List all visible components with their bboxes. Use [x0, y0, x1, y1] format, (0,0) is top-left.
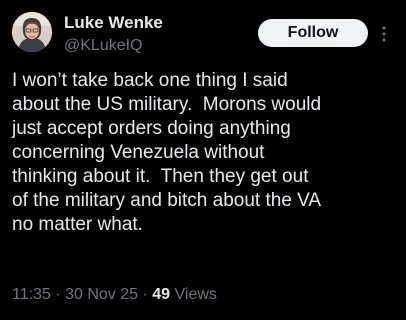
- tweet-text-line: about the US military. Morons would: [12, 94, 322, 115]
- meta-separator: ·: [55, 286, 61, 303]
- tweet-text-line: thinking about it. Then they get out: [12, 166, 309, 187]
- avatar-image: [12, 12, 52, 52]
- meta-separator: ·: [142, 286, 148, 303]
- tweet-date[interactable]: 30 Nov 25: [65, 286, 138, 303]
- tweet-text-line: of the military and bitch about the VA: [12, 190, 322, 211]
- tweet-card: Luke Wenke @KLukeIQ Follow I won’t take …: [0, 0, 406, 320]
- avatar[interactable]: [12, 12, 52, 52]
- tweet-text-line: just accept orders doing anything: [12, 118, 291, 139]
- tweet-text-line: no matter what.: [12, 214, 143, 235]
- author-display-name[interactable]: Luke Wenke: [64, 13, 163, 33]
- tweet-text-line: concerning Venezuela without: [12, 142, 265, 163]
- tweet-time[interactable]: 11:35: [12, 286, 51, 303]
- tweet-text: I won’t take back one thing I said about…: [12, 69, 404, 237]
- views-count[interactable]: 49: [152, 286, 170, 303]
- tweet-meta: 11:35 · 30 Nov 25 · 49 Views: [12, 286, 217, 304]
- more-icon[interactable]: [381, 26, 387, 42]
- more-icon-glyph: [382, 26, 386, 42]
- follow-button[interactable]: Follow: [258, 19, 368, 47]
- tweet-text-line: I won’t take back one thing I said: [12, 70, 288, 91]
- views-label[interactable]: Views: [175, 286, 217, 303]
- author-handle[interactable]: @KLukeIQ: [64, 37, 143, 55]
